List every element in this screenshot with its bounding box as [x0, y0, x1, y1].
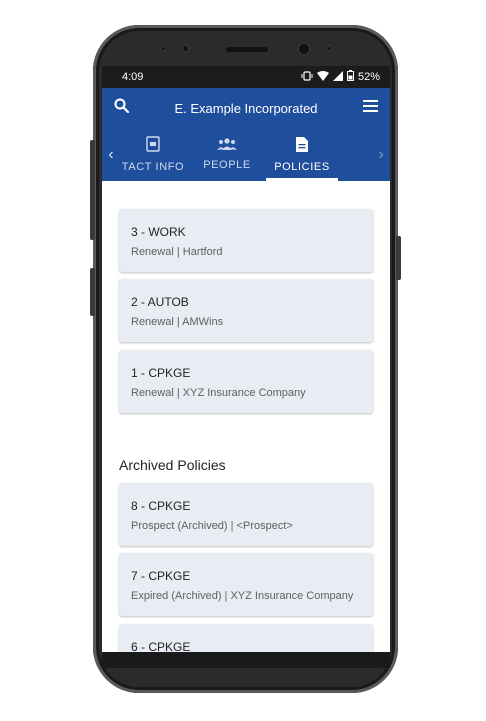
sensor — [326, 45, 333, 52]
tab-contact-info[interactable]: TACT INFO — [120, 128, 186, 181]
tab-label: PEOPLE — [203, 159, 251, 171]
signal-icon — [332, 70, 343, 84]
document-icon — [296, 136, 308, 155]
tab-label: POLICIES — [274, 160, 330, 173]
policies-list: 3 - WORK Renewal | Hartford 2 - AUTOB Re… — [102, 181, 390, 652]
tab-people[interactable]: PEOPLE — [196, 128, 258, 181]
page-title: E. Example Incorporated — [174, 100, 318, 116]
power-button — [396, 236, 401, 280]
menu-icon[interactable] — [362, 99, 378, 117]
status-time: 4:09 — [122, 71, 144, 83]
volume-down-button — [90, 268, 95, 316]
wifi-icon — [316, 70, 329, 84]
vibrate-icon — [301, 70, 313, 84]
chevron-right-icon[interactable]: › — [372, 128, 390, 181]
policy-detail: Renewal | AMWins — [131, 316, 224, 328]
policy-card[interactable]: 7 - CPKGE Expired (Archived) | XYZ Insur… — [119, 553, 373, 616]
policy-card[interactable]: 6 - CPKGE — [119, 624, 373, 652]
battery-percent: 52% — [357, 71, 380, 83]
tab-policies[interactable]: POLICIES — [266, 128, 338, 181]
policy-detail: Prospect (Archived) | <Prospect> — [131, 520, 293, 532]
policy-detail: Expired (Archived) | XYZ Insurance Compa… — [131, 590, 354, 602]
app-bar: E. Example Incorporated — [102, 88, 390, 128]
policy-card[interactable]: 2 - AUTOB Renewal | AMWins — [119, 279, 373, 342]
policy-card[interactable]: 3 - WORK Renewal | Hartford — [119, 209, 373, 272]
contact-card-icon — [146, 136, 160, 155]
policy-id: 8 - CPKGE — [131, 499, 191, 513]
battery-icon — [346, 70, 354, 84]
policy-id: 7 - CPKGE — [131, 569, 191, 583]
front-camera — [297, 42, 311, 56]
policy-card[interactable]: 1 - CPKGE Renewal | XYZ Insurance Compan… — [119, 350, 373, 413]
sensor — [181, 44, 190, 53]
search-icon[interactable] — [114, 98, 130, 118]
people-icon — [217, 138, 237, 153]
bottom-bezel — [102, 652, 390, 668]
tab-bar: ‹ TACT INFO PEOPLE POLICIES › — [102, 128, 390, 181]
archived-section-title: Archived Policies — [119, 457, 226, 473]
policy-id: 6 - CPKGE — [131, 640, 191, 652]
phone-screen: 4:09 52% E. Example Incorporated ‹ TACT … — [102, 66, 390, 652]
policy-detail: Renewal | XYZ Insurance Company — [131, 387, 306, 399]
policy-id: 2 - AUTOB — [131, 295, 189, 309]
policy-id: 1 - CPKGE — [131, 366, 191, 380]
policy-id: 3 - WORK — [131, 225, 186, 239]
chevron-left-icon[interactable]: ‹ — [102, 128, 120, 181]
volume-up-button — [90, 140, 95, 240]
policy-card[interactable]: 8 - CPKGE Prospect (Archived) | <Prospec… — [119, 483, 373, 546]
status-bar: 4:09 52% — [102, 66, 390, 88]
earpiece-speaker — [226, 47, 268, 52]
sensor — [160, 45, 167, 52]
tab-label: TACT INFO — [121, 161, 185, 173]
policy-detail: Renewal | Hartford — [131, 246, 223, 258]
